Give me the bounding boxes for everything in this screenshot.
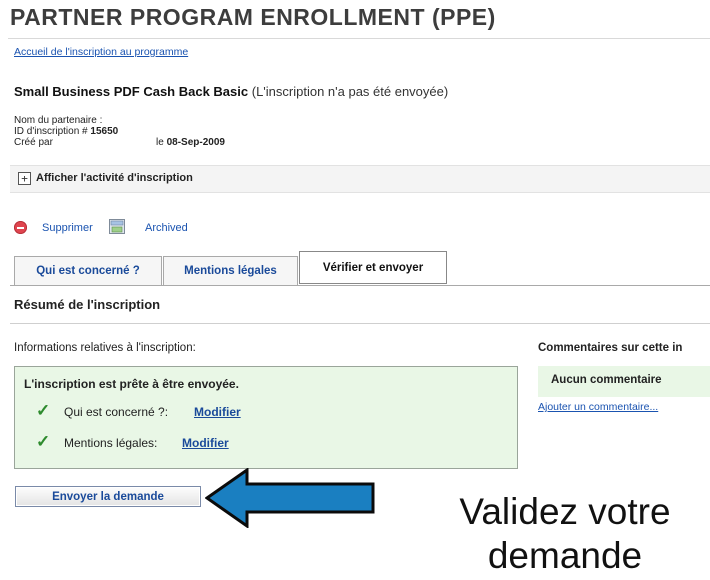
callout-line-1: Validez votre — [459, 491, 671, 532]
created-date-row: le 08-Sep-2009 — [156, 137, 225, 148]
expand-plus-icon[interactable]: + — [18, 172, 31, 185]
comments-section-label: Commentaires sur cette in — [538, 342, 683, 354]
archived-link[interactable]: Archived — [145, 222, 188, 234]
created-by-label: Créé par — [14, 137, 53, 148]
summary-title: Résumé de l'inscription — [14, 297, 161, 312]
enrollment-status: (L'inscription n'a pas été envoyée) — [251, 84, 449, 99]
created-date-prefix: le — [156, 137, 164, 148]
no-comment-text: Aucun commentaire — [551, 374, 662, 386]
activity-toggle[interactable]: + Afficher l'activité d'inscription — [10, 165, 710, 193]
callout-text: Validez votre demande — [420, 490, 710, 578]
tab-legal[interactable]: Mentions légales — [163, 256, 298, 286]
tab-review-submit[interactable]: Vérifier et envoyer — [299, 251, 447, 284]
modify-who-link[interactable]: Modifier — [194, 405, 241, 419]
submit-request-button[interactable]: Envoyer la demande — [15, 486, 201, 507]
activity-toggle-label: Afficher l'activité d'inscription — [36, 172, 193, 184]
program-heading: Small Business PDF Cash Back Basic (L'in… — [14, 84, 448, 99]
info-section-label: Informations relatives à l'inscription: — [14, 342, 196, 354]
ready-status-text: L'inscription est prête à être envoyée. — [24, 377, 239, 391]
enrollment-id-value: 15650 — [90, 126, 119, 137]
partner-name-label: Nom du partenaire : — [14, 115, 103, 126]
add-comment-link[interactable]: Ajouter un commentaire... — [538, 401, 658, 413]
modify-legal-link[interactable]: Modifier — [182, 436, 229, 450]
title-divider — [8, 38, 710, 39]
check-icon: ✓ — [36, 401, 51, 420]
enrollment-id-label: ID d'inscription # — [14, 126, 88, 137]
enrollment-id-row: ID d'inscription # 15650 — [14, 126, 118, 137]
delete-icon[interactable] — [14, 221, 27, 234]
callout-line-2: demande — [487, 535, 643, 576]
summary-divider — [10, 323, 710, 324]
archive-icon[interactable] — [109, 219, 125, 234]
delete-link[interactable]: Supprimer — [42, 222, 93, 234]
breadcrumb-link[interactable]: Accueil de l'inscription au programme — [14, 46, 188, 58]
page-title: PARTNER PROGRAM ENROLLMENT (PPE) — [10, 4, 496, 30]
tab-who[interactable]: Qui est concerné ? — [14, 256, 162, 286]
check-icon: ✓ — [36, 432, 51, 451]
who-row-label: Qui est concerné ?: — [64, 405, 169, 419]
legal-row-label: Mentions légales: — [64, 436, 158, 450]
program-name: Small Business PDF Cash Back Basic — [14, 84, 249, 99]
left-arrow-icon — [205, 468, 375, 528]
created-date-value: 08-Sep-2009 — [166, 137, 225, 148]
